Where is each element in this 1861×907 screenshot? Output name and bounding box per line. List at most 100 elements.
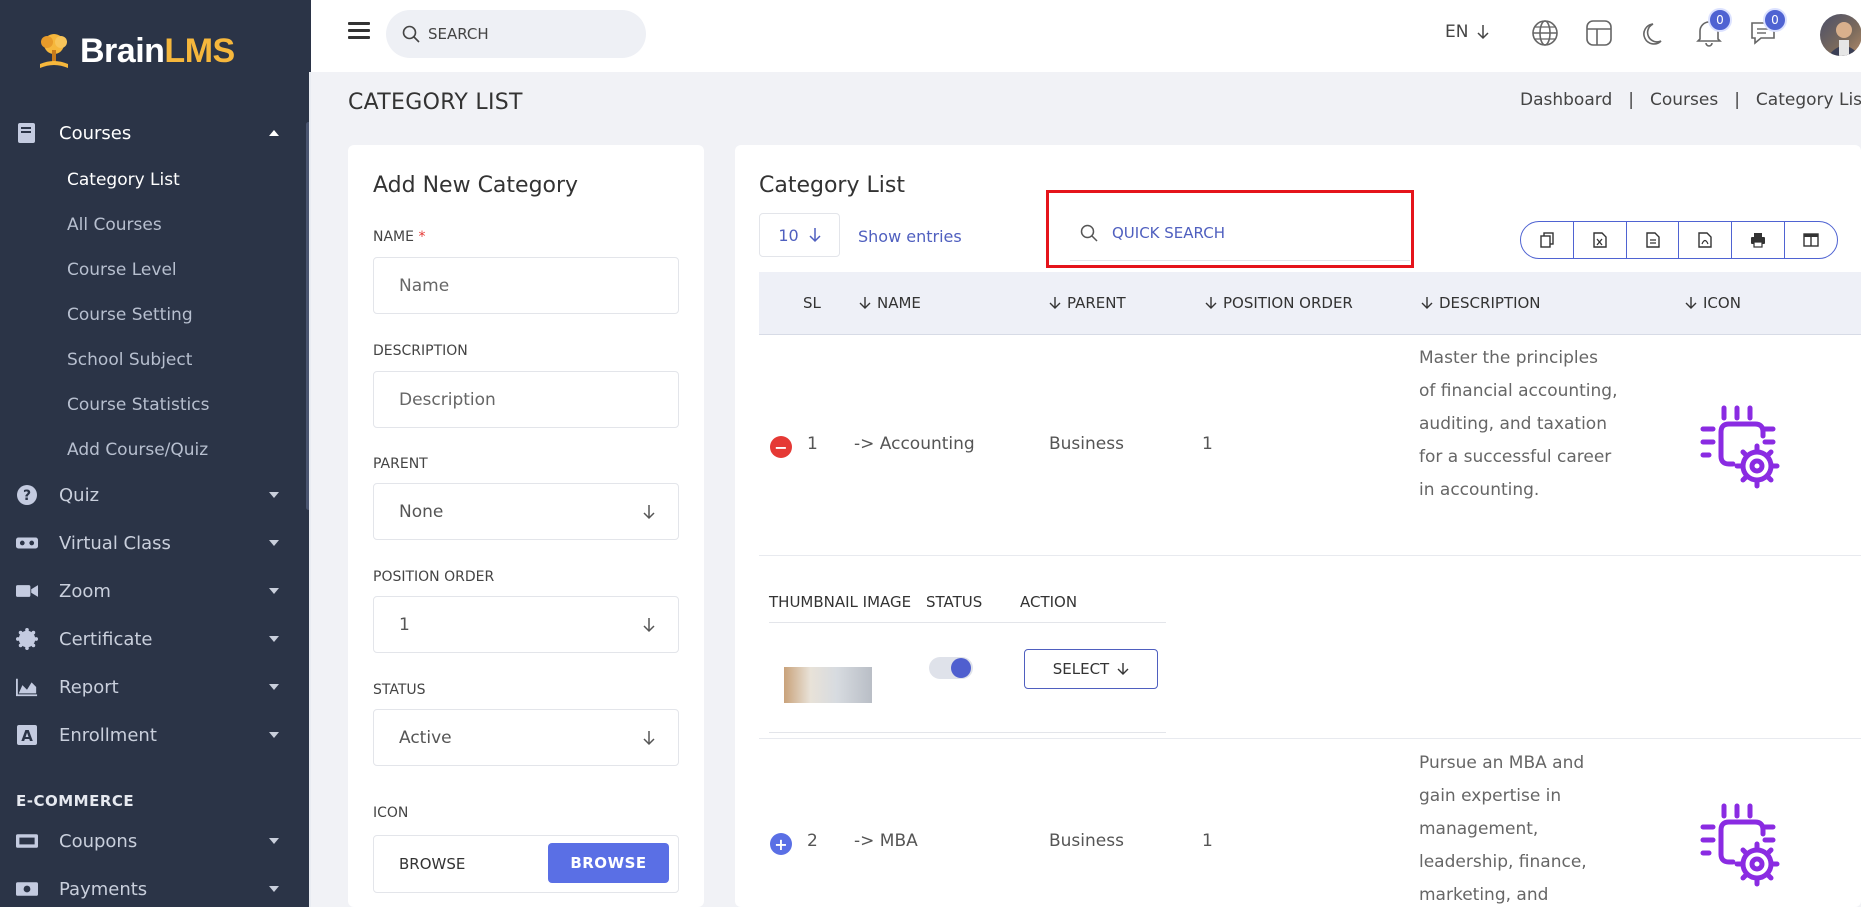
sidebar-item-label: Report: [59, 676, 119, 698]
sidebar-section-ecommerce: E-COMMERCE: [16, 792, 135, 810]
global-search[interactable]: [386, 10, 646, 58]
sidebar-item-quiz[interactable]: ? Quiz: [0, 473, 300, 517]
copy-icon[interactable]: [1521, 222, 1573, 258]
sidebar-item-enrollment[interactable]: A Enrollment: [0, 713, 300, 757]
icon-file-input[interactable]: BROWSE BROWSE: [373, 835, 679, 893]
add-category-card: Add New Category NAME * Name DESCRIPTION…: [348, 145, 704, 907]
cell-name: -> MBA: [854, 831, 918, 851]
svg-text:?: ?: [23, 488, 31, 504]
expand-row-icon[interactable]: +: [770, 833, 792, 855]
global-search-input[interactable]: [428, 25, 628, 43]
cell-description: Pursue an MBA and gain expertise in mana…: [1419, 753, 1587, 905]
position-order-select[interactable]: 1: [373, 596, 679, 653]
sidebar-subitem-course-level[interactable]: Course Level: [67, 260, 177, 280]
brand-logo[interactable]: BrainLMS: [34, 30, 235, 72]
parent-value: None: [399, 501, 444, 522]
sidebar-subitem-course-statistics[interactable]: Course Statistics: [67, 395, 209, 415]
toggle-knob: [951, 658, 971, 678]
required-marker: *: [418, 229, 426, 245]
column-header-parent[interactable]: PARENT: [1049, 294, 1126, 312]
caret-down-icon: [269, 492, 279, 498]
globe-icon[interactable]: [1530, 18, 1560, 48]
arrow-down-icon: [643, 730, 655, 745]
sidebar-item-zoom[interactable]: Zoom: [0, 569, 300, 613]
caret-up-icon: [269, 130, 279, 136]
sort-arrow-icon: [859, 297, 871, 309]
vr-headset-icon: [16, 532, 38, 554]
status-toggle[interactable]: [929, 657, 973, 679]
sort-arrow-icon: [1421, 297, 1433, 309]
moon-icon[interactable]: [1638, 18, 1668, 48]
cell-name: -> Accounting: [854, 434, 975, 454]
action-select-button[interactable]: SELECT: [1024, 649, 1158, 689]
thumbnail-image: [784, 667, 872, 703]
status-select[interactable]: Active: [373, 709, 679, 766]
money-bill-icon: [16, 878, 38, 900]
breadcrumb-dashboard[interactable]: Dashboard: [1520, 90, 1612, 110]
sidebar-subitem-school-subject[interactable]: School Subject: [67, 350, 192, 370]
caret-down-icon: [269, 540, 279, 546]
csv-file-icon[interactable]: [1625, 222, 1679, 258]
sidebar-subitem-course-setting[interactable]: Course Setting: [67, 305, 193, 325]
messages-badge: 0: [1763, 8, 1787, 32]
sidebar-item-label: Zoom: [59, 580, 111, 602]
arrow-down-icon: [643, 504, 655, 519]
parent-select[interactable]: None: [373, 483, 679, 540]
sidebar: BrainLMS Courses Category List All Cours…: [0, 0, 311, 907]
category-gear-icon: [1700, 803, 1780, 887]
sidebar-item-certificate[interactable]: Certificate: [0, 617, 300, 661]
child-header-thumbnail: THUMBNAIL IMAGE: [769, 593, 912, 611]
language-value: EN: [1445, 22, 1469, 42]
file-input-text: BROWSE: [399, 855, 466, 873]
notifications-badge: 0: [1708, 8, 1732, 32]
language-selector[interactable]: EN: [1445, 22, 1490, 42]
collapse-row-icon[interactable]: −: [770, 436, 792, 458]
menu-toggle-icon[interactable]: [348, 22, 370, 40]
area-chart-icon: [16, 676, 38, 698]
browse-button[interactable]: BROWSE: [548, 843, 669, 883]
excel-file-icon[interactable]: [1572, 222, 1626, 258]
column-header-sl[interactable]: SL: [803, 294, 821, 312]
column-header-icon[interactable]: ICON: [1685, 294, 1741, 312]
user-avatar[interactable]: [1820, 14, 1861, 56]
sidebar-item-payments[interactable]: Payments: [0, 867, 300, 907]
question-circle-icon: ?: [16, 484, 38, 506]
columns-icon[interactable]: [1784, 222, 1837, 258]
breadcrumb-separator: |: [1734, 90, 1740, 110]
sidebar-item-report[interactable]: Report: [0, 665, 300, 709]
layout-icon[interactable]: [1584, 18, 1614, 48]
breadcrumb-separator: |: [1628, 90, 1634, 110]
add-category-title: Add New Category: [373, 173, 579, 198]
show-entries-label: Show entries: [858, 227, 962, 246]
description-field[interactable]: Description: [373, 371, 679, 428]
brain-tree-icon: [40, 34, 68, 68]
cell-description: Master the principles of financial accou…: [1419, 348, 1618, 500]
brand-name-part1: Brain: [80, 31, 165, 70]
breadcrumb-current: Category List: [1755, 90, 1861, 110]
name-field[interactable]: Name: [373, 257, 679, 314]
entries-per-page-select[interactable]: 10: [759, 213, 840, 257]
ticket-icon: [16, 830, 38, 852]
pdf-file-icon[interactable]: [1678, 222, 1731, 258]
sidebar-item-courses[interactable]: Courses: [0, 111, 300, 155]
search-icon: [402, 25, 420, 43]
sidebar-subitem-all-courses[interactable]: All Courses: [67, 215, 162, 235]
sort-arrow-icon: [1685, 297, 1697, 309]
caret-down-icon: [269, 732, 279, 738]
sidebar-subitem-add-course-quiz[interactable]: Add Course/Quiz: [67, 440, 208, 460]
category-list-title: Category List: [759, 173, 905, 198]
cell-sl: 1: [807, 434, 818, 454]
sidebar-item-virtual-class[interactable]: Virtual Class: [0, 521, 300, 565]
sidebar-item-coupons[interactable]: Coupons: [0, 819, 300, 863]
sort-arrow-icon: [1049, 297, 1061, 309]
name-label: NAME *: [373, 229, 426, 245]
breadcrumb-courses[interactable]: Courses: [1650, 90, 1718, 110]
sidebar-item-label: Payments: [59, 878, 148, 900]
column-header-position-order[interactable]: POSITION ORDER: [1205, 294, 1353, 312]
child-header-status: STATUS: [926, 593, 983, 611]
sidebar-item-label: Coupons: [59, 830, 138, 852]
sidebar-subitem-category-list[interactable]: Category List: [67, 170, 180, 190]
column-header-name[interactable]: NAME: [859, 294, 921, 312]
print-icon[interactable]: [1731, 222, 1784, 258]
column-header-description[interactable]: DESCRIPTION: [1421, 294, 1541, 312]
